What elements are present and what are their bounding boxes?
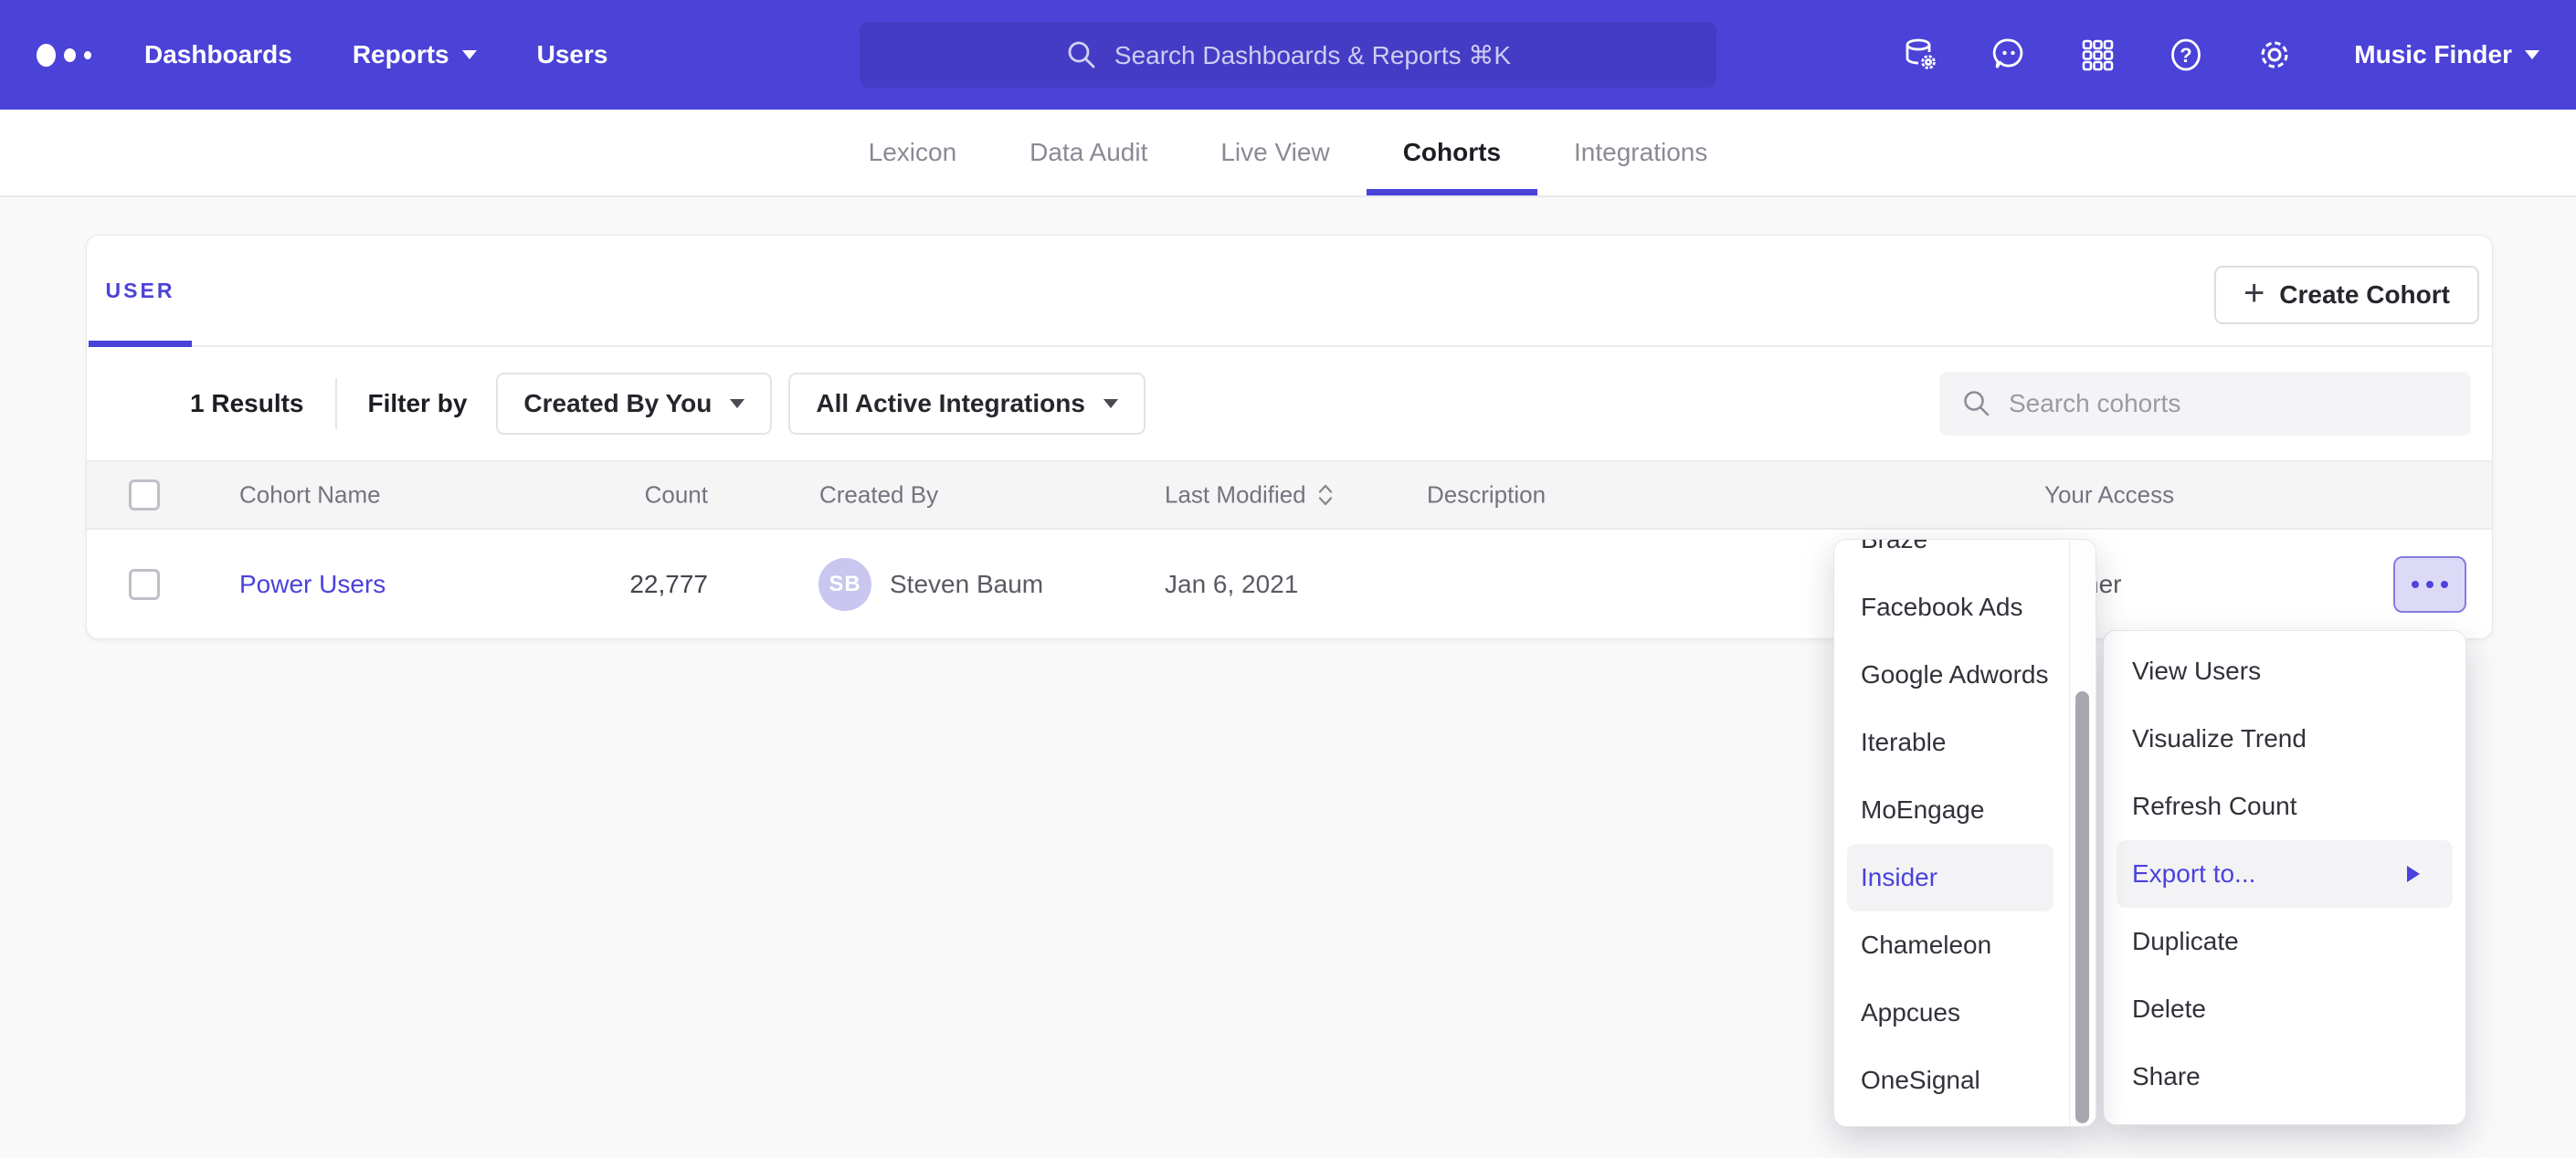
- chevron-down-icon: [1103, 399, 1118, 408]
- chevron-down-icon: [462, 50, 477, 59]
- apps-grid-icon[interactable]: [2077, 35, 2117, 75]
- nav-users[interactable]: Users: [537, 40, 608, 69]
- filter-created-by-value: Created By You: [523, 389, 712, 418]
- section-tabs: Lexicon Data Audit Live View Cohorts Int…: [0, 110, 2576, 197]
- filter-integrations-value: All Active Integrations: [816, 389, 1085, 418]
- mixpanel-logo-icon[interactable]: [37, 44, 91, 67]
- context-menu-list: View Users Visualize Trend Refresh Count…: [2104, 631, 2465, 1111]
- menu-item-onesignal[interactable]: OneSignal: [1834, 1047, 2096, 1114]
- export-submenu-list: Braze Facebook Ads Google Adwords Iterab…: [1834, 539, 2096, 1114]
- project-switcher[interactable]: Music Finder: [2354, 40, 2539, 69]
- screen: Dashboards Reports Users Search Dashboar…: [0, 0, 2576, 1158]
- menu-item-google-adwords[interactable]: Google Adwords: [1834, 641, 2096, 709]
- dot-icon: [2426, 581, 2433, 588]
- cohort-context-menu: View Users Visualize Trend Refresh Count…: [2103, 630, 2466, 1125]
- primary-nav: Dashboards Reports Users: [144, 40, 607, 69]
- tab-cohorts[interactable]: Cohorts: [1403, 110, 1501, 195]
- create-cohort-label: Create Cohort: [2279, 280, 2450, 310]
- chevron-down-icon: [730, 399, 744, 408]
- menu-item-iterable[interactable]: Iterable: [1834, 709, 2096, 776]
- tab-user-cohorts[interactable]: USER: [89, 236, 192, 345]
- filter-created-by-dropdown[interactable]: Created By You: [496, 373, 772, 435]
- column-your-access: Your Access: [2044, 481, 2174, 510]
- tab-user-label: USER: [106, 279, 175, 303]
- menu-item-refresh-count[interactable]: Refresh Count: [2104, 773, 2465, 840]
- project-name: Music Finder: [2354, 40, 2512, 69]
- tab-lexicon[interactable]: Lexicon: [869, 110, 957, 195]
- settings-gear-icon[interactable]: [2254, 35, 2295, 75]
- scrollbar-thumb[interactable]: [2075, 691, 2089, 1123]
- filter-row: 1 Results Filter by Created By You All A…: [87, 347, 2492, 460]
- dot-icon: [2441, 581, 2448, 588]
- menu-item-visualize-trend[interactable]: Visualize Trend: [2104, 705, 2465, 773]
- cohorts-card-header: USER + Create Cohort: [87, 236, 2492, 347]
- submenu-arrow-icon: [2407, 866, 2420, 882]
- cohort-created-by: SB Steven Baum: [818, 558, 1043, 611]
- filter-integrations-dropdown[interactable]: All Active Integrations: [788, 373, 1145, 435]
- dot-icon: [2412, 581, 2419, 588]
- avatar: SB: [818, 558, 871, 611]
- column-last-modified-label: Last Modified: [1165, 481, 1306, 510]
- menu-item-delete[interactable]: Delete: [2104, 975, 2465, 1043]
- nav-reports[interactable]: Reports: [353, 40, 477, 69]
- tab-live-view[interactable]: Live View: [1220, 110, 1329, 195]
- cohorts-card: USER + Create Cohort 1 Results Filter by…: [86, 235, 2493, 639]
- row-more-actions-button[interactable]: [2393, 556, 2466, 613]
- menu-item-braze[interactable]: Braze: [1834, 539, 2096, 574]
- feedback-icon[interactable]: [1989, 35, 2029, 75]
- help-icon[interactable]: ?: [2166, 35, 2206, 75]
- column-cohort-name: Cohort Name: [239, 481, 381, 510]
- created-by-name: Steven Baum: [890, 570, 1043, 599]
- menu-item-moengage[interactable]: MoEngage: [1834, 776, 2096, 844]
- column-created-by: Created By: [819, 481, 938, 510]
- nav-utilities: ? Music Finder: [1900, 35, 2539, 75]
- cohort-search-input[interactable]: [2009, 389, 2449, 418]
- menu-item-duplicate[interactable]: Duplicate: [2104, 908, 2465, 975]
- row-checkbox[interactable]: [129, 569, 160, 600]
- cohort-name-link[interactable]: Power Users: [239, 570, 385, 599]
- menu-item-export-to[interactable]: Export to...: [2117, 840, 2453, 908]
- nav-dashboards[interactable]: Dashboards: [144, 40, 292, 69]
- menu-item-facebook-ads[interactable]: Facebook Ads: [1834, 574, 2096, 641]
- column-last-modified[interactable]: Last Modified: [1165, 481, 1334, 510]
- menu-item-insider[interactable]: Insider: [1847, 844, 2053, 911]
- cohort-last-modified: Jan 6, 2021: [1165, 570, 1298, 599]
- top-nav: Dashboards Reports Users Search Dashboar…: [0, 0, 2576, 110]
- cohort-search[interactable]: [1939, 372, 2471, 436]
- divider: [335, 378, 337, 429]
- filter-by-label: Filter by: [368, 389, 468, 418]
- cohort-count: 22,777: [507, 570, 708, 599]
- menu-item-share[interactable]: Share: [2104, 1043, 2465, 1111]
- column-count: Count: [507, 481, 708, 510]
- tab-integrations[interactable]: Integrations: [1574, 110, 1707, 195]
- scrollbar-track: [2069, 540, 2096, 1126]
- select-all-checkbox[interactable]: [129, 479, 160, 511]
- global-search-placeholder: Search Dashboards & Reports ⌘K: [1114, 40, 1511, 70]
- export-to-label: Export to...: [2132, 859, 2255, 889]
- table-header: Cohort Name Count Created By Last Modifi…: [87, 460, 2492, 530]
- menu-item-view-users[interactable]: View Users: [2104, 637, 2465, 705]
- search-icon: [1065, 38, 1098, 71]
- chevron-down-icon: [2525, 50, 2539, 59]
- global-search[interactable]: Search Dashboards & Reports ⌘K: [860, 22, 1716, 88]
- create-cohort-button[interactable]: + Create Cohort: [2214, 266, 2479, 324]
- column-description: Description: [1427, 481, 1546, 510]
- nav-reports-label: Reports: [353, 40, 449, 69]
- page-body: USER + Create Cohort 1 Results Filter by…: [0, 197, 2576, 1158]
- export-submenu: Braze Facebook Ads Google Adwords Iterab…: [1833, 539, 2096, 1127]
- menu-item-appcues[interactable]: Appcues: [1834, 979, 2096, 1047]
- results-count: 1 Results: [190, 389, 304, 418]
- search-icon: [1961, 388, 1992, 419]
- svg-text:?: ?: [2180, 44, 2192, 67]
- sort-icon: [1317, 483, 1334, 508]
- table-row: Power Users 22,777 SB Steven Baum Jan 6,…: [87, 530, 2492, 638]
- data-management-icon[interactable]: [1900, 35, 1940, 75]
- tab-data-audit[interactable]: Data Audit: [1029, 110, 1147, 195]
- menu-item-chameleon[interactable]: Chameleon: [1834, 911, 2096, 979]
